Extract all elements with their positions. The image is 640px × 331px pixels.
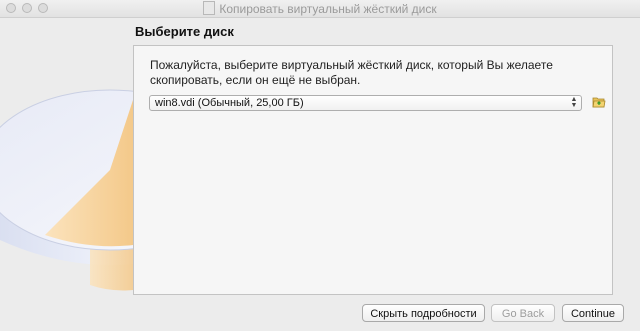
go-back-button[interactable]: Go Back (491, 304, 555, 322)
folder-open-icon[interactable] (592, 95, 606, 109)
hide-details-button[interactable]: Скрыть подробности (362, 304, 485, 322)
disk-select[interactable]: win8.vdi (Обычный, 25,00 ГБ) ▲ ▼ (149, 95, 582, 111)
continue-button[interactable]: Continue (562, 304, 624, 322)
instruction-text: Пожалуйста, выберите виртуальный жёсткий… (150, 58, 553, 87)
disk-select-value: win8.vdi (Обычный, 25,00 ГБ) (155, 97, 304, 109)
select-arrows-icon: ▲ ▼ (570, 96, 578, 109)
